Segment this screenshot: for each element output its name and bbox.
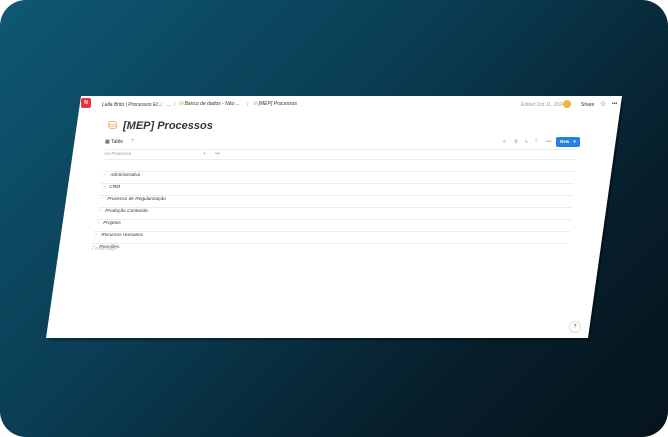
view-options-icon[interactable]: ••• xyxy=(546,139,551,145)
breadcrumb-separator: / xyxy=(161,102,163,108)
page-title[interactable]: [MEP] Processos xyxy=(123,120,213,132)
breadcrumb-label: Banco de dados - Não ... xyxy=(184,101,240,107)
automation-icon[interactable]: ϟ xyxy=(525,139,528,145)
breadcrumb-item-database[interactable]: ⛁ Banco de dados - Não ... xyxy=(179,101,240,107)
plus-icon: + xyxy=(91,247,94,252)
column-header-label: Processo xyxy=(111,152,132,157)
text-property-icon: Aa xyxy=(104,152,110,157)
breadcrumb-item-page[interactable]: ⛁ [MEP] Processos xyxy=(253,101,297,107)
database-icon: ⛁ xyxy=(179,101,184,107)
divider xyxy=(98,207,572,208)
help-button[interactable]: ? xyxy=(569,321,581,333)
filter-icon[interactable]: ≡ xyxy=(503,139,506,145)
share-button[interactable]: Share xyxy=(581,102,594,108)
add-view-button[interactable]: + xyxy=(131,138,135,144)
notion-window: N Leila Brito | Processos Et... / ... / … xyxy=(46,96,622,338)
divider xyxy=(104,159,576,160)
avatar[interactable] xyxy=(563,100,571,108)
edited-timestamp: Edited Oct 11, 2024 xyxy=(521,102,565,108)
chevron-down-icon: ▾ xyxy=(573,139,576,144)
sort-icon[interactable]: ⇅ xyxy=(514,139,518,145)
favorite-star-icon[interactable]: ☆ xyxy=(600,100,606,108)
tab-table[interactable]: ▦ Table xyxy=(105,139,123,145)
divider xyxy=(96,219,571,220)
database-icon: ⛁ xyxy=(253,101,258,107)
divider xyxy=(103,171,575,172)
background-frame: N Leila Brito | Processos Et... / ... / … xyxy=(0,0,668,437)
breadcrumb-separator: / xyxy=(247,102,249,108)
breadcrumb-item-workspace[interactable]: Leila Brito | Processos Et... xyxy=(102,102,162,108)
breadcrumb-separator: / xyxy=(174,102,176,108)
divider xyxy=(99,195,573,196)
divider xyxy=(94,231,570,232)
new-button[interactable]: New ▾ xyxy=(556,137,580,147)
table-icon: ▦ xyxy=(105,139,110,145)
new-page-button[interactable]: + New page xyxy=(91,247,117,252)
column-header-processo[interactable]: Aa Processo xyxy=(104,152,131,157)
divider xyxy=(92,243,568,244)
more-options-button[interactable]: ••• xyxy=(612,101,617,107)
search-icon[interactable]: ⌕ xyxy=(535,138,538,144)
new-page-label: New page xyxy=(95,247,117,252)
breadcrumb-item-ellipsis[interactable]: ... xyxy=(167,102,171,108)
app-logo-icon[interactable]: N xyxy=(81,98,91,108)
breadcrumb-label: [MEP] Processos xyxy=(258,101,297,107)
divider xyxy=(105,149,576,150)
add-column-button[interactable]: + xyxy=(203,151,206,157)
column-more-button[interactable]: ••• xyxy=(215,151,220,157)
tab-label: Table xyxy=(111,139,123,145)
new-label: New xyxy=(560,139,570,144)
divider xyxy=(101,183,574,184)
database-title-icon: ⛁ xyxy=(108,120,118,132)
